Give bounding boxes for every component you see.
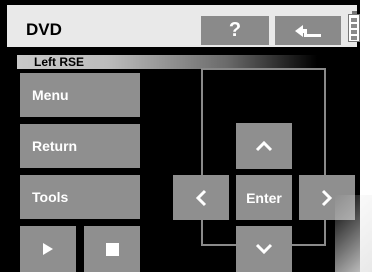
play-icon xyxy=(42,242,54,256)
page-title: DVD xyxy=(26,20,62,39)
source-label: Left RSE xyxy=(34,55,85,69)
help-button[interactable]: ? xyxy=(201,16,269,45)
stop-icon xyxy=(105,242,119,256)
battery-icon xyxy=(348,11,360,42)
chevron-up-icon xyxy=(255,140,273,152)
stop-button[interactable] xyxy=(84,226,140,272)
menu-button[interactable]: Menu xyxy=(20,73,140,117)
rse-dvd-screen: DVD ? Left RSE Menu Return Tools Enter xyxy=(0,0,360,272)
enter-button[interactable]: Enter xyxy=(236,175,292,220)
chevron-right-icon xyxy=(321,189,333,207)
chevron-down-icon xyxy=(255,243,273,255)
chevron-left-icon xyxy=(195,189,207,207)
left-button[interactable] xyxy=(173,175,229,220)
return-button[interactable]: Return xyxy=(20,124,140,168)
back-button[interactable] xyxy=(275,16,341,45)
return-arrow-icon xyxy=(293,23,323,39)
play-button[interactable] xyxy=(20,226,76,272)
down-button[interactable] xyxy=(236,226,292,272)
screen-glare xyxy=(335,195,372,272)
tools-button[interactable]: Tools xyxy=(20,175,140,219)
up-button[interactable] xyxy=(236,123,292,169)
